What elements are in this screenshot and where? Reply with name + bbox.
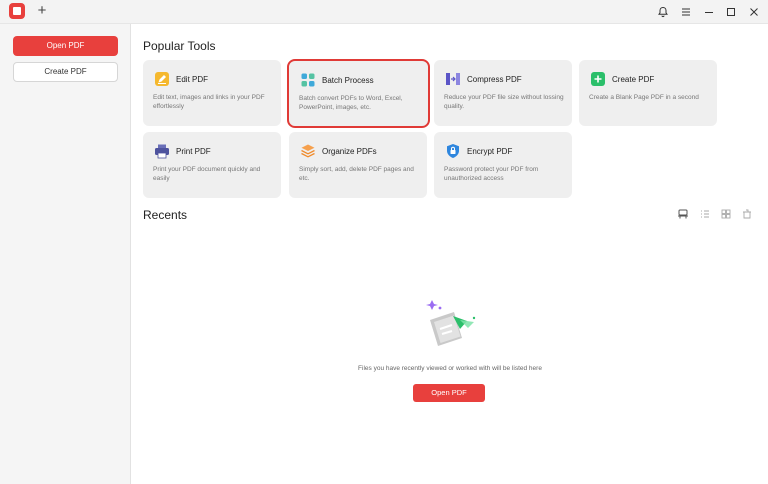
popular-tools-heading: Popular Tools <box>143 39 216 53</box>
compress-pdf-icon <box>446 73 460 85</box>
tool-card-encrypt-pdf[interactable]: Encrypt PDF Password protect your PDF fr… <box>434 132 572 198</box>
tool-card-batch-process[interactable]: Batch Process Batch convert PDFs to Word… <box>287 59 430 128</box>
tool-card-print-pdf[interactable]: Print PDF Print your PDF document quickl… <box>143 132 281 198</box>
menu-icon[interactable] <box>677 3 695 21</box>
bell-icon[interactable] <box>654 3 672 21</box>
tool-name: Print PDF <box>176 147 211 156</box>
tool-card-compress-pdf[interactable]: Compress PDF Reduce your PDF file size w… <box>434 60 572 126</box>
empty-recents-illustration <box>426 300 476 346</box>
tool-description: Simply sort, add, delete PDF pages and e… <box>299 166 414 182</box>
tool-card-create-pdf[interactable]: Create PDF Create a Blank Page PDF in a … <box>579 60 717 126</box>
title-bar: + <box>0 0 768 24</box>
tool-name: Compress PDF <box>467 75 522 84</box>
tool-description: Batch convert PDFs to Word, Excel, Power… <box>299 95 403 111</box>
close-icon[interactable] <box>745 3 763 21</box>
recents-open-pdf-button[interactable]: Open PDF <box>413 384 485 402</box>
tool-name: Create PDF <box>612 75 655 84</box>
organize-pdfs-icon <box>301 144 315 158</box>
tool-description: Edit text, images and links in your PDF … <box>153 94 265 110</box>
edit-pdf-icon <box>155 72 169 86</box>
recent-files-icon[interactable] <box>677 208 689 220</box>
empty-recents-text: Files you have recently viewed or worked… <box>358 365 542 372</box>
minimize-icon[interactable] <box>700 3 718 21</box>
tool-name: Encrypt PDF <box>467 147 513 156</box>
print-pdf-icon <box>155 144 169 159</box>
create-pdf-button[interactable]: Create PDF <box>13 62 118 82</box>
tool-description: Print your PDF document quickly and easi… <box>153 166 261 182</box>
maximize-icon[interactable] <box>722 3 740 21</box>
grid-view-icon[interactable] <box>720 208 732 220</box>
new-tab-button[interactable]: + <box>34 2 50 20</box>
open-pdf-button[interactable]: Open PDF <box>13 36 118 56</box>
tool-description: Password protect your PDF from unauthori… <box>444 166 539 182</box>
app-logo <box>9 3 25 19</box>
sidebar: Open PDF Create PDF <box>0 24 131 484</box>
encrypt-pdf-icon <box>447 144 459 158</box>
tool-name: Edit PDF <box>176 75 209 84</box>
tool-name: Batch Process <box>322 76 374 85</box>
tool-description: Create a Blank Page PDF in a second <box>589 94 699 101</box>
clear-recents-icon[interactable] <box>741 208 753 220</box>
create-pdf-icon <box>591 72 605 86</box>
tool-name: Organize PDFs <box>322 147 377 156</box>
tool-card-edit-pdf[interactable]: Edit PDF Edit text, images and links in … <box>143 60 281 126</box>
list-view-icon[interactable] <box>699 208 711 220</box>
recents-heading: Recents <box>143 208 188 222</box>
batch-process-icon <box>301 73 315 87</box>
tool-description: Reduce your PDF file size without lossin… <box>444 94 564 110</box>
tool-card-organize-pdfs[interactable]: Organize PDFs Simply sort, add, delete P… <box>289 132 427 198</box>
